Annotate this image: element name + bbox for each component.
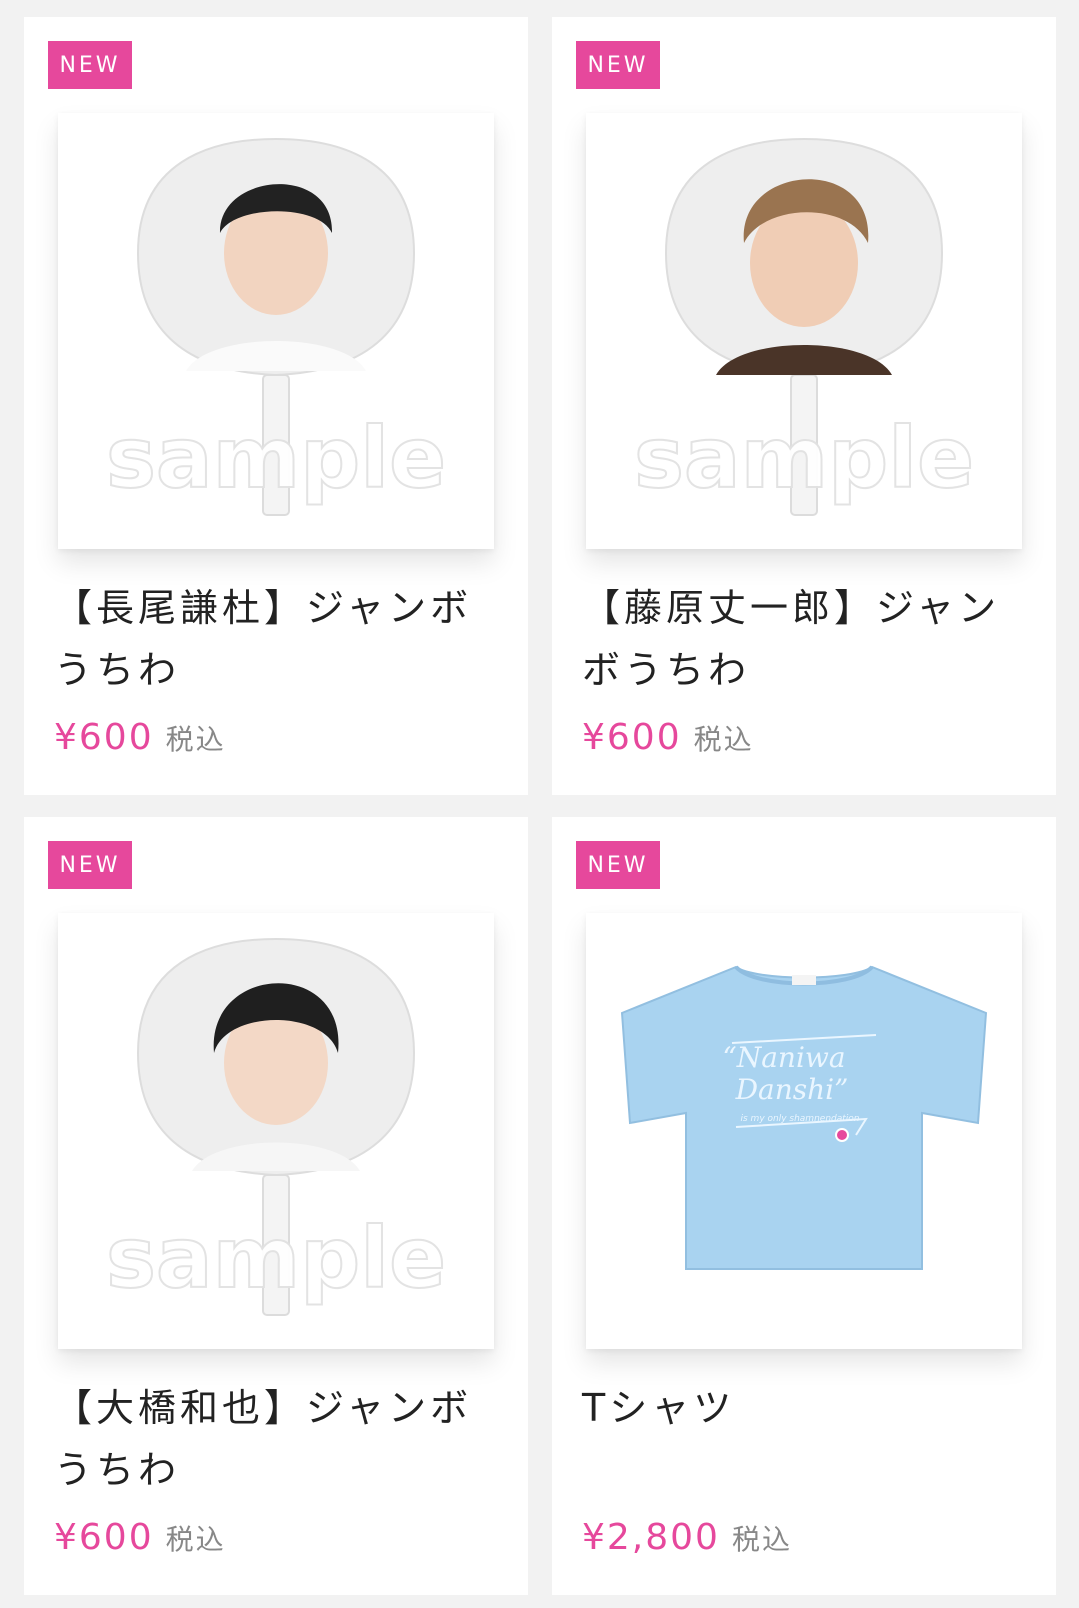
new-badge: NEW — [48, 41, 132, 89]
tshirt-print-line2: Danshi” — [735, 1073, 849, 1106]
price-row: ¥600 税込 — [582, 717, 754, 758]
new-badge: NEW — [48, 841, 132, 889]
product-image-uchiwa-fujiwara[interactable]: sample — [586, 113, 1022, 549]
sample-watermark: sample — [106, 1209, 446, 1307]
tshirt-print-emblem — [835, 1128, 849, 1142]
price-row: ¥2,800 税込 — [582, 1517, 792, 1558]
product-title[interactable]: 【長尾謙杜】ジャンボうちわ — [54, 577, 494, 701]
product-card[interactable]: NEW sample 【長尾謙杜】ジャンボうちわ ¥600 税込 — [24, 17, 528, 795]
product-price: ¥600 — [54, 717, 154, 758]
product-price: ¥600 — [54, 1517, 154, 1558]
tax-included-label: 税込 — [731, 1523, 792, 1556]
product-card[interactable]: NEW sample 【大橋和也】ジャンボうちわ ¥600 税込 — [24, 817, 528, 1595]
product-image-uchiwa-nagao[interactable]: sample — [58, 113, 494, 549]
new-badge: NEW — [576, 41, 660, 89]
product-card[interactable]: NEW sample 【藤原丈一郎】ジャンボうちわ ¥600 税込 — [552, 17, 1056, 795]
sample-watermark: sample — [634, 409, 974, 507]
tax-included-label: 税込 — [165, 723, 226, 756]
product-card[interactable]: NEW “Naniwa Danshi” is my only shamnenda… — [552, 817, 1056, 1595]
product-image-tshirt[interactable]: “Naniwa Danshi” is my only shamnendation — [586, 913, 1022, 1349]
product-price: ¥2,800 — [582, 1517, 720, 1558]
product-image-uchiwa-ohashi[interactable]: sample — [58, 913, 494, 1349]
product-price: ¥600 — [582, 717, 682, 758]
sample-watermark: sample — [106, 409, 446, 507]
product-title[interactable]: 【藤原丈一郎】ジャンボうちわ — [582, 577, 1022, 701]
tshirt-tag — [792, 975, 816, 985]
tax-included-label: 税込 — [693, 723, 754, 756]
product-title[interactable]: 【大橋和也】ジャンボうちわ — [54, 1377, 494, 1501]
tshirt-print-line1: “Naniwa — [722, 1041, 845, 1074]
product-title[interactable]: Tシャツ — [582, 1377, 1022, 1439]
tax-included-label: 税込 — [165, 1523, 226, 1556]
price-row: ¥600 税込 — [54, 717, 226, 758]
price-row: ¥600 税込 — [54, 1517, 226, 1558]
new-badge: NEW — [576, 841, 660, 889]
